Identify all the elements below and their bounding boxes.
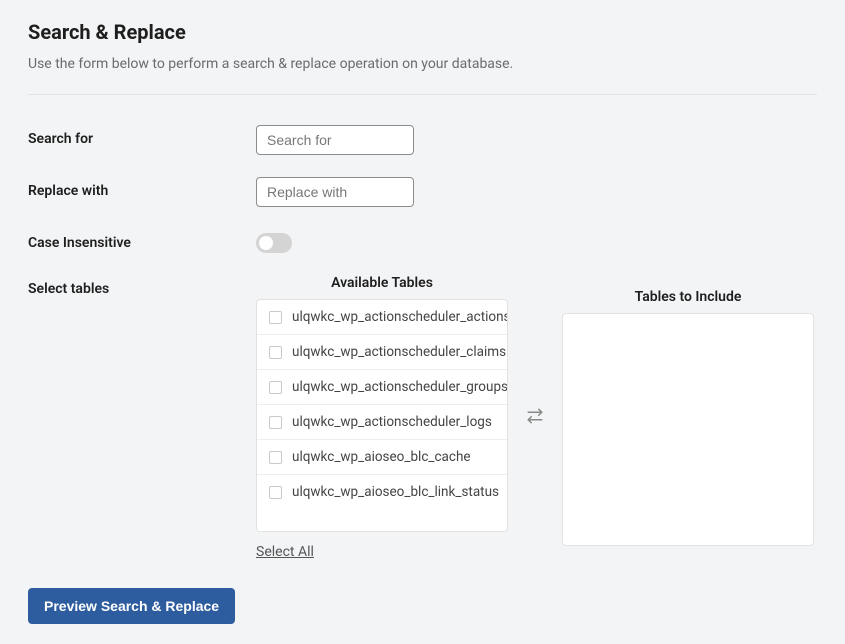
page-subtitle: Use the form below to perform a search &…	[28, 56, 817, 72]
search-input[interactable]	[256, 125, 414, 155]
available-tables-list: ulqwkc_wp_actionscheduler_actions ulqwkc…	[256, 299, 508, 532]
select-tables-label: Select tables	[28, 275, 256, 297]
table-name: ulqwkc_wp_actionscheduler_claims	[292, 344, 506, 360]
checkbox-icon[interactable]	[269, 451, 282, 464]
page-title: Search & Replace	[28, 20, 817, 44]
select-all-link[interactable]: Select All	[256, 544, 314, 560]
table-name: ulqwkc_wp_aioseo_blc_link_status	[292, 484, 499, 500]
table-row[interactable]: ulqwkc_wp_actionscheduler_groups	[257, 370, 507, 405]
table-row[interactable]: ulqwkc_wp_aioseo_blc_cache	[257, 440, 507, 475]
include-tables-list	[562, 313, 814, 546]
checkbox-icon[interactable]	[269, 311, 282, 324]
case-insensitive-toggle[interactable]	[256, 233, 292, 253]
table-row[interactable]: ulqwkc_wp_actionscheduler_actions	[257, 300, 507, 335]
table-name: ulqwkc_wp_actionscheduler_actions	[292, 309, 508, 325]
table-name: ulqwkc_wp_actionscheduler_logs	[292, 414, 492, 430]
table-row[interactable]: ulqwkc_wp_aioseo_blc_link_status	[257, 475, 507, 509]
table-name: ulqwkc_wp_aioseo_blc_cache	[292, 449, 471, 465]
table-row[interactable]: ulqwkc_wp_actionscheduler_claims	[257, 335, 507, 370]
swap-icon	[526, 407, 544, 429]
available-tables-title: Available Tables	[256, 275, 508, 291]
checkbox-icon[interactable]	[269, 346, 282, 359]
checkbox-icon[interactable]	[269, 486, 282, 499]
table-name: ulqwkc_wp_actionscheduler_groups	[292, 379, 508, 395]
table-row[interactable]: ulqwkc_wp_actionscheduler_logs	[257, 405, 507, 440]
toggle-knob	[259, 236, 273, 250]
include-tables-title: Tables to Include	[562, 289, 814, 305]
replace-input[interactable]	[256, 177, 414, 207]
checkbox-icon[interactable]	[269, 416, 282, 429]
replace-with-label: Replace with	[28, 177, 256, 199]
divider	[28, 94, 817, 95]
search-for-label: Search for	[28, 125, 256, 147]
case-insensitive-label: Case Insensitive	[28, 229, 256, 251]
preview-button[interactable]: Preview Search & Replace	[28, 588, 235, 624]
checkbox-icon[interactable]	[269, 381, 282, 394]
